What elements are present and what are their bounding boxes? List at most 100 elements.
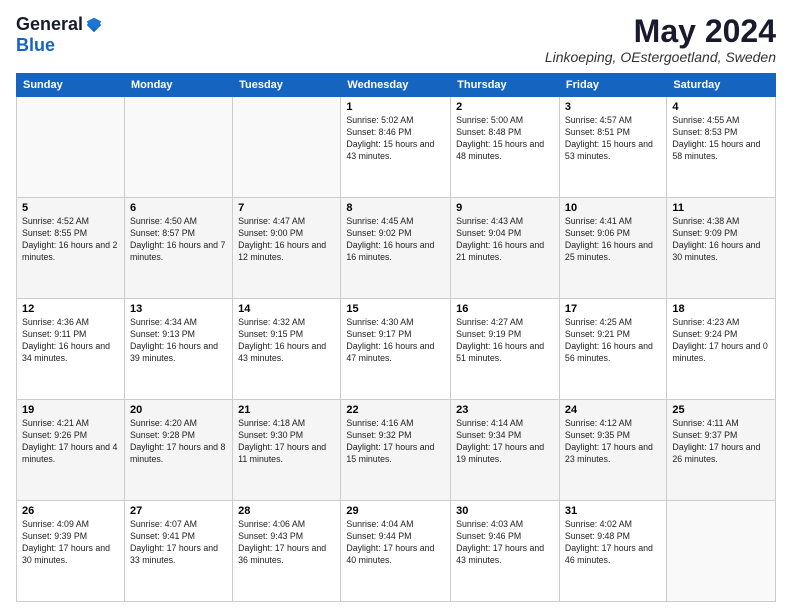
day-info: Sunrise: 4:43 AM Sunset: 9:04 PM Dayligh… [456,216,554,264]
day-number: 13 [130,303,227,315]
calendar-cell [667,501,776,602]
logo-blue: Blue [16,35,55,55]
calendar-cell: 3 Sunrise: 4:57 AM Sunset: 8:51 PM Daylig… [559,97,666,198]
day-number: 31 [565,505,661,517]
day-info: Sunrise: 4:20 AM Sunset: 9:28 PM Dayligh… [130,418,227,466]
day-number: 2 [456,101,554,113]
calendar-week-2: 12Sunrise: 4:36 AM Sunset: 9:11 PM Dayli… [17,299,776,400]
title-area: May 2024 Linkoeping, OEstergoetland, Swe… [545,14,776,65]
calendar-cell [124,97,232,198]
calendar-week-1: 5 Sunrise: 4:52 AM Sunset: 8:55 PM Daylig… [17,198,776,299]
calendar-cell: 20 Sunrise: 4:20 AM Sunset: 9:28 PM Dayli… [124,400,232,501]
month-title: May 2024 [545,14,776,49]
day-info: Sunrise: 4:38 AM Sunset: 9:09 PM Dayligh… [672,216,770,264]
day-info: Sunrise: 4:32 AM Sunset: 9:15 PM Dayligh… [238,317,335,365]
day-info: Sunrise: 4:21 AM Sunset: 9:26 PM Dayligh… [22,418,119,466]
col-sunday: Sunday [17,74,125,97]
day-info: Sunrise: 4:27 AM Sunset: 9:19 PM Dayligh… [456,317,554,365]
col-friday: Friday [559,74,666,97]
day-number: 21 [238,404,335,416]
day-number: 28 [238,505,335,517]
day-info: Sunrise: 4:09 AM Sunset: 9:39 PM Dayligh… [22,519,119,567]
calendar-cell: 24Sunrise: 4:12 AM Sunset: 9:35 PM Dayli… [559,400,666,501]
day-number: 22 [346,404,445,416]
day-info: Sunrise: 4:16 AM Sunset: 9:32 PM Dayligh… [346,418,445,466]
day-number: 10 [565,202,661,214]
calendar-cell: 31 Sunrise: 4:02 AM Sunset: 9:48 PM Dayli… [559,501,666,602]
calendar-cell: 12Sunrise: 4:36 AM Sunset: 9:11 PM Dayli… [17,299,125,400]
calendar-cell: 7Sunrise: 4:47 AM Sunset: 9:00 PM Daylig… [233,198,341,299]
day-number: 26 [22,505,119,517]
logo-general: General [16,14,83,35]
calendar-cell [233,97,341,198]
calendar-cell: 26 Sunrise: 4:09 AM Sunset: 9:39 PM Dayli… [17,501,125,602]
day-number: 1 [346,101,445,113]
calendar-cell: 13 Sunrise: 4:34 AM Sunset: 9:13 PM Dayli… [124,299,232,400]
day-number: 23 [456,404,554,416]
day-number: 8 [346,202,445,214]
header-row: Sunday Monday Tuesday Wednesday Thursday… [17,74,776,97]
day-info: Sunrise: 4:50 AM Sunset: 8:57 PM Dayligh… [130,216,227,264]
day-info: Sunrise: 5:00 AM Sunset: 8:48 PM Dayligh… [456,115,554,163]
calendar-cell: 28 Sunrise: 4:06 AM Sunset: 9:43 PM Dayli… [233,501,341,602]
day-info: Sunrise: 4:18 AM Sunset: 9:30 PM Dayligh… [238,418,335,466]
calendar-cell: 15 Sunrise: 4:30 AM Sunset: 9:17 PM Dayli… [341,299,451,400]
day-info: Sunrise: 4:55 AM Sunset: 8:53 PM Dayligh… [672,115,770,163]
day-number: 25 [672,404,770,416]
logo-icon [85,16,103,34]
col-wednesday: Wednesday [341,74,451,97]
calendar-cell: 8Sunrise: 4:45 AM Sunset: 9:02 PM Daylig… [341,198,451,299]
col-tuesday: Tuesday [233,74,341,97]
day-info: Sunrise: 4:41 AM Sunset: 9:06 PM Dayligh… [565,216,661,264]
calendar-cell: 21 Sunrise: 4:18 AM Sunset: 9:30 PM Dayli… [233,400,341,501]
calendar-cell: 9 Sunrise: 4:43 AM Sunset: 9:04 PM Daylig… [451,198,560,299]
day-info: Sunrise: 4:25 AM Sunset: 9:21 PM Dayligh… [565,317,661,365]
col-thursday: Thursday [451,74,560,97]
calendar-cell: 19 Sunrise: 4:21 AM Sunset: 9:26 PM Dayli… [17,400,125,501]
calendar-week-4: 26 Sunrise: 4:09 AM Sunset: 9:39 PM Dayli… [17,501,776,602]
calendar-cell: 16Sunrise: 4:27 AM Sunset: 9:19 PM Dayli… [451,299,560,400]
day-number: 20 [130,404,227,416]
calendar-week-0: 1 Sunrise: 5:02 AM Sunset: 8:46 PM Daylig… [17,97,776,198]
calendar-cell: 1 Sunrise: 5:02 AM Sunset: 8:46 PM Daylig… [341,97,451,198]
day-number: 3 [565,101,661,113]
day-number: 5 [22,202,119,214]
day-number: 11 [672,202,770,214]
day-info: Sunrise: 4:34 AM Sunset: 9:13 PM Dayligh… [130,317,227,365]
calendar-week-3: 19 Sunrise: 4:21 AM Sunset: 9:26 PM Dayli… [17,400,776,501]
day-number: 27 [130,505,227,517]
calendar-cell: 29 Sunrise: 4:04 AM Sunset: 9:44 PM Dayli… [341,501,451,602]
calendar-cell: 5 Sunrise: 4:52 AM Sunset: 8:55 PM Daylig… [17,198,125,299]
day-number: 7 [238,202,335,214]
day-number: 29 [346,505,445,517]
page: General Blue May 2024 Linkoeping, OEster… [0,0,792,612]
day-info: Sunrise: 4:07 AM Sunset: 9:41 PM Dayligh… [130,519,227,567]
day-info: Sunrise: 4:04 AM Sunset: 9:44 PM Dayligh… [346,519,445,567]
col-monday: Monday [124,74,232,97]
day-number: 30 [456,505,554,517]
day-info: Sunrise: 4:02 AM Sunset: 9:48 PM Dayligh… [565,519,661,567]
day-number: 24 [565,404,661,416]
day-number: 6 [130,202,227,214]
day-number: 15 [346,303,445,315]
day-number: 4 [672,101,770,113]
location: Linkoeping, OEstergoetland, Sweden [545,49,776,65]
day-number: 19 [22,404,119,416]
calendar-cell: 6 Sunrise: 4:50 AM Sunset: 8:57 PM Daylig… [124,198,232,299]
calendar-cell: 18Sunrise: 4:23 AM Sunset: 9:24 PM Dayli… [667,299,776,400]
calendar-cell: 2 Sunrise: 5:00 AM Sunset: 8:48 PM Daylig… [451,97,560,198]
calendar-cell: 11 Sunrise: 4:38 AM Sunset: 9:09 PM Dayli… [667,198,776,299]
day-number: 18 [672,303,770,315]
day-info: Sunrise: 4:06 AM Sunset: 9:43 PM Dayligh… [238,519,335,567]
calendar-cell: 30Sunrise: 4:03 AM Sunset: 9:46 PM Dayli… [451,501,560,602]
calendar-table: Sunday Monday Tuesday Wednesday Thursday… [16,73,776,602]
day-number: 9 [456,202,554,214]
day-info: Sunrise: 4:30 AM Sunset: 9:17 PM Dayligh… [346,317,445,365]
day-info: Sunrise: 4:14 AM Sunset: 9:34 PM Dayligh… [456,418,554,466]
day-info: Sunrise: 4:52 AM Sunset: 8:55 PM Dayligh… [22,216,119,264]
day-info: Sunrise: 5:02 AM Sunset: 8:46 PM Dayligh… [346,115,445,163]
col-saturday: Saturday [667,74,776,97]
day-info: Sunrise: 4:57 AM Sunset: 8:51 PM Dayligh… [565,115,661,163]
day-info: Sunrise: 4:36 AM Sunset: 9:11 PM Dayligh… [22,317,119,365]
day-info: Sunrise: 4:11 AM Sunset: 9:37 PM Dayligh… [672,418,770,466]
